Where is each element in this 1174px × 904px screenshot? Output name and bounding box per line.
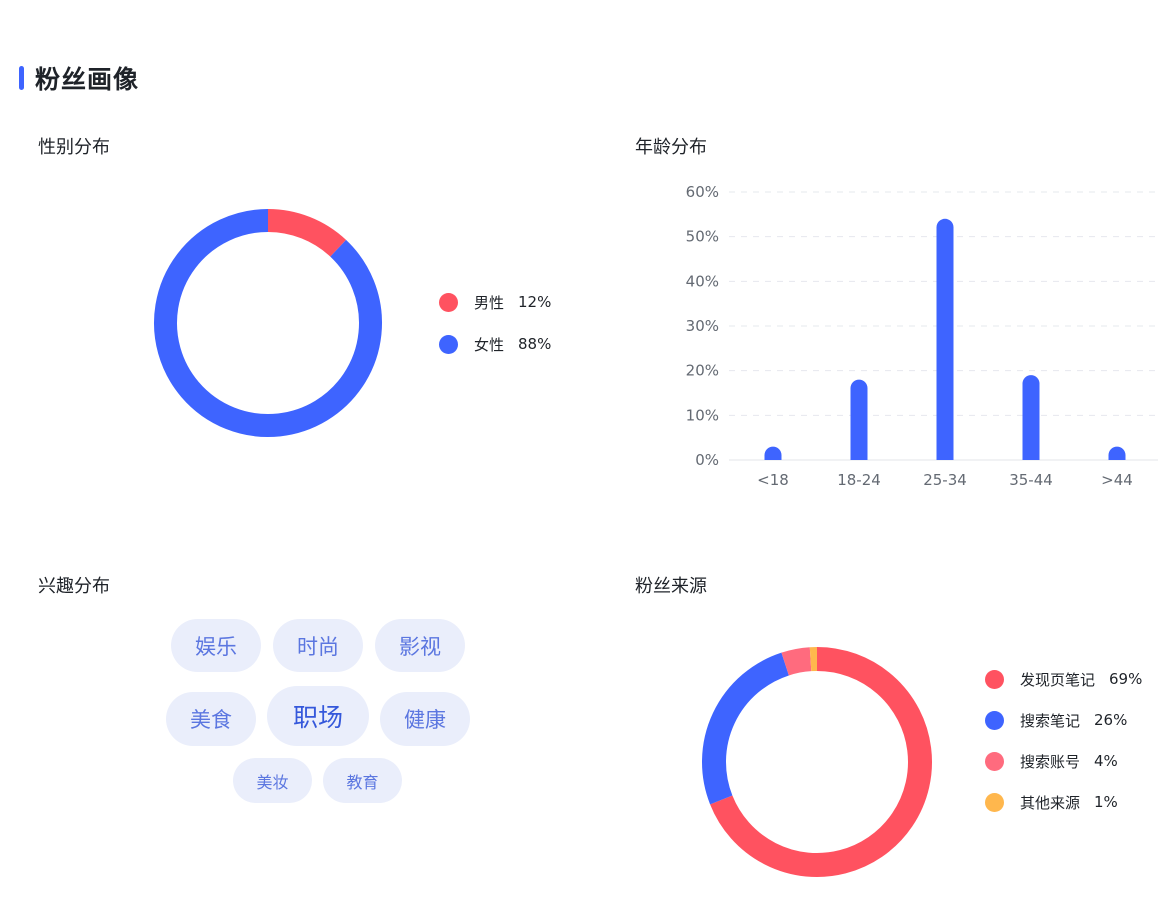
- discover-color-dot: [985, 669, 1004, 689]
- legend-value: 4%: [1094, 752, 1118, 770]
- source-legend-item-search-notes: 搜索笔记 26%: [985, 710, 1142, 730]
- source-legend-item-other: 其他来源 1%: [985, 792, 1142, 812]
- legend-value: 69%: [1109, 670, 1143, 688]
- legend-label: 其他来源: [1020, 793, 1081, 812]
- search-account-color-dot: [985, 751, 1004, 771]
- source-donut-segment-1[interactable]: [702, 652, 790, 805]
- legend-label: 搜索笔记: [1020, 711, 1081, 730]
- legend-value: 26%: [1094, 711, 1128, 729]
- search-notes-color-dot: [985, 710, 1004, 730]
- source-donut-segment-2[interactable]: [781, 647, 812, 676]
- other-color-dot: [985, 792, 1004, 812]
- source-legend-item-discover: 发现页笔记 69%: [985, 669, 1142, 689]
- legend-value: 1%: [1094, 793, 1118, 811]
- legend-label: 搜索账号: [1020, 752, 1081, 771]
- legend-label: 发现页笔记: [1020, 670, 1096, 689]
- source-legend-item-search-account: 搜索账号 4%: [985, 751, 1142, 771]
- source-legend: 发现页笔记 69% 搜索笔记 26% 搜索账号 4% 其他来源 1%: [985, 669, 1142, 812]
